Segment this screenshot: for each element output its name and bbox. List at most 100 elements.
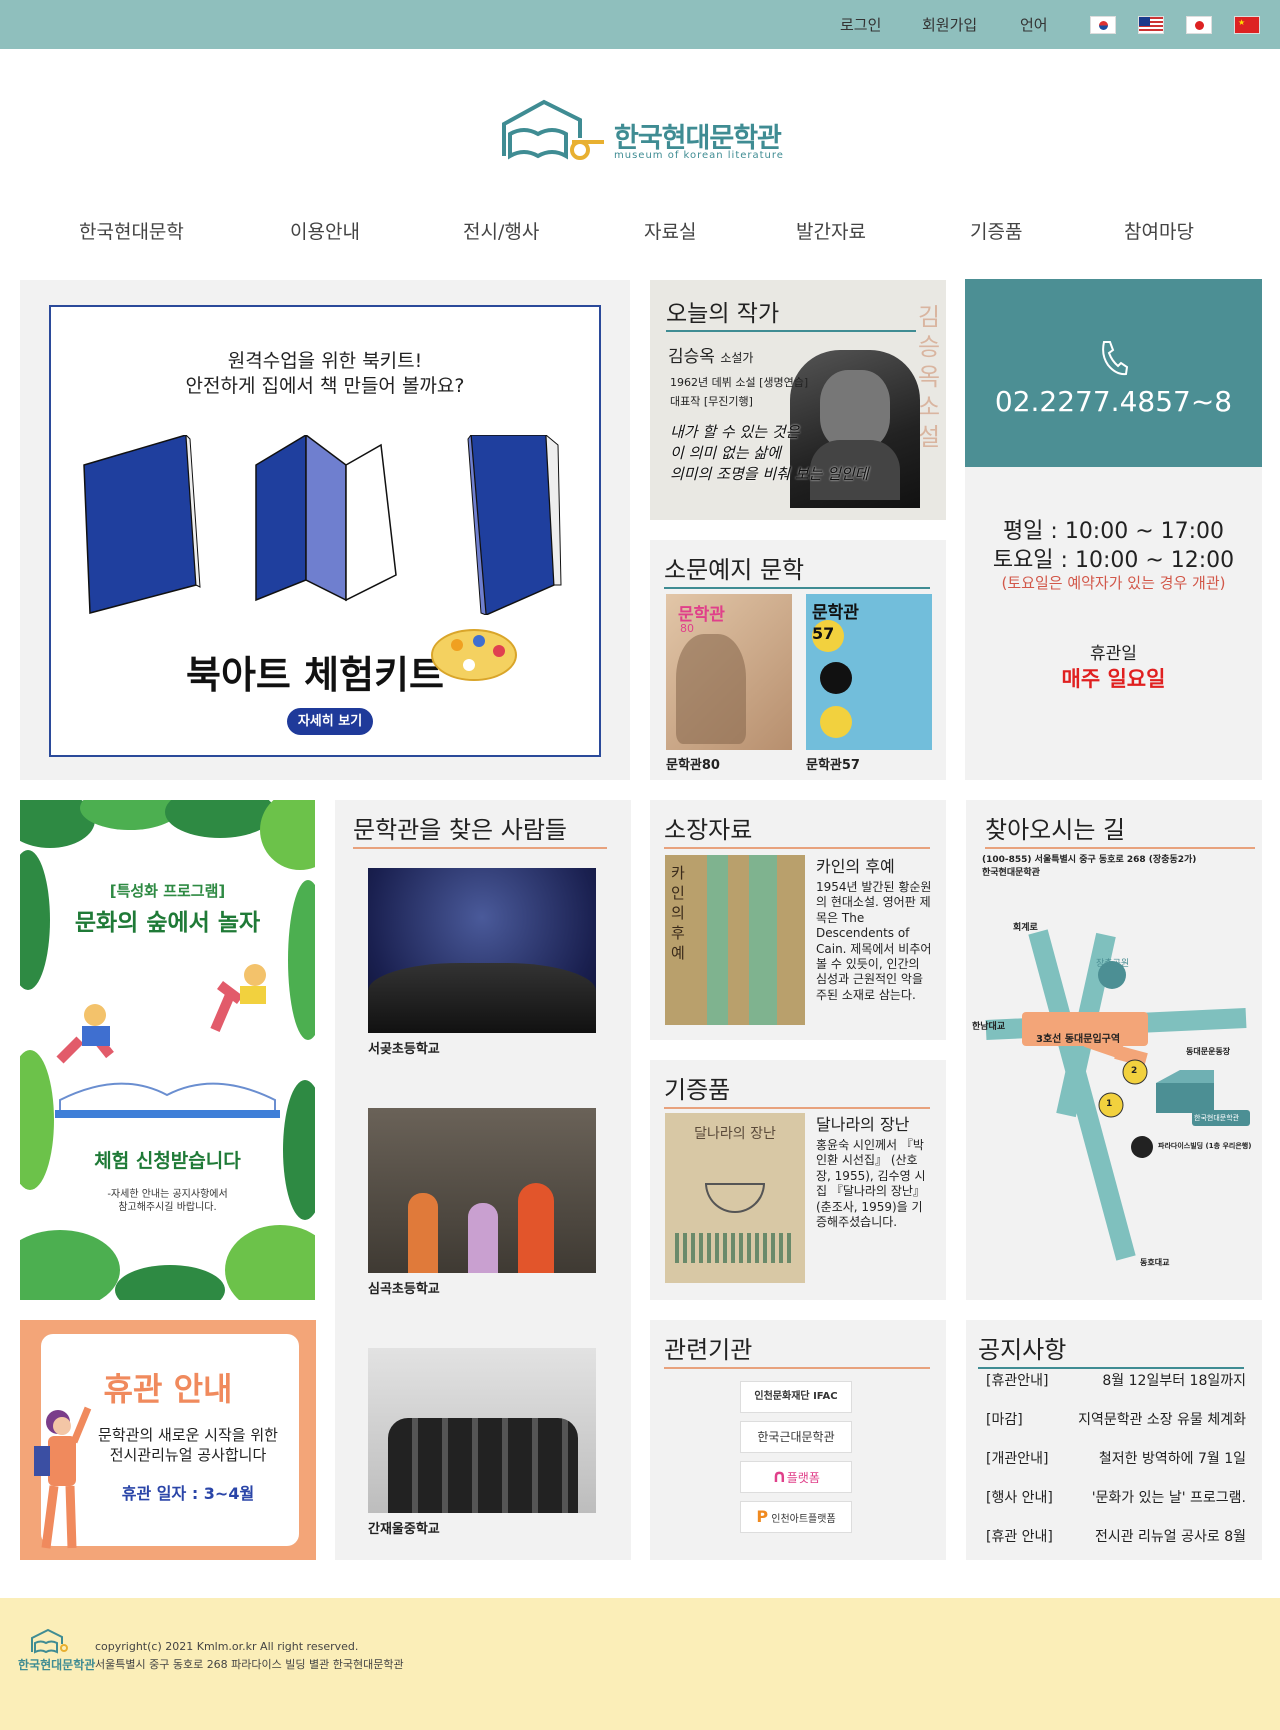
collection-title: 소장자료 [664,810,930,849]
visitor-photo-3[interactable] [368,1348,596,1513]
directions-panel: 찾아오시는 길 (100-855) 서울특별시 중구 동호로 268 (장충동2… [966,800,1262,1300]
footer-logo-icon [31,1628,68,1654]
notices-panel: 공지사항 [휴관안내] 8월 12일부터 18일까지 [마감] 지역문학관 소장 유… [966,1320,1262,1560]
map-label-dongdaemun: 동대문운동장 [1186,1047,1231,1056]
nav-item-archive[interactable]: 자료실 [644,217,696,244]
nav-item-donations[interactable]: 기증품 [970,217,1022,244]
visitor-photo-1[interactable] [368,868,596,1033]
magazine-cover-57[interactable]: 문학관 57 [806,594,932,750]
donation-panel: 기증품 달나라의 장난 달나라의 장난 홍윤숙 시인께서 『박인환 시선집』 (… [650,1060,946,1300]
house-book-logo-icon [502,99,604,160]
visitor-caption-1: 서곶초등학교 [368,1042,440,1057]
closure-notice[interactable]: 휴관 안내 문학관의 새로운 시작을 위한 전시관리뉴얼 공사합니다 휴관 일자… [20,1320,316,1560]
closure-dates: 휴관 일자 : 3~4월 [121,1484,255,1503]
nav-item-publications[interactable]: 발간자료 [796,217,866,244]
visitors-panel: 문학관을 찾은 사람들 서곶초등학교 심곡초등학교 간재울중학교 [335,800,631,1560]
author-debut: 1962년 데뷔 소설 [생명연습] [670,376,809,389]
related-orgs-title: 관련기관 [664,1330,930,1369]
collection-panel: 소장자료 카인의 후예 카인의 후예 1954년 발간된 황순원의 현대소설. … [650,800,946,1040]
footer: 한국현대문학관 copyright(c) 2021 Kmlm.or.kr All… [0,1598,1280,1730]
closure-line-2: 전시관리뉴얼 공사합니다 [109,1446,267,1464]
cover-57-issue: 57 [812,624,835,643]
todays-author-title: 오늘의 작가 [666,294,916,332]
top-bar: 로그인 회원가입 언어 ★ [0,0,1280,49]
nav-item-exhibitions[interactable]: 전시/행사 [463,217,539,244]
program-note-2: 참고해주시길 바랍니다. [118,1202,217,1213]
paint-palette-icon [431,629,517,681]
collection-desc: 1954년 발간된 황순원의 현대소설. 영어판 제목은 The Descend… [816,880,932,1002]
saturday-hours: 토요일 : 10:00 ~ 12:00 [992,548,1235,573]
leaf-border-illustration [20,800,315,1300]
author-side-text: 김승옥 소설 [918,303,941,451]
usa-flag-icon[interactable] [1138,16,1164,34]
donation-book-cover[interactable]: 달나라의 장난 [665,1113,805,1283]
visitor-caption-3: 간재울중학교 [368,1522,440,1537]
signup-link[interactable]: 회원가입 [922,14,977,35]
org-link-ifac[interactable]: 인천문화재단 IFAC [740,1381,852,1413]
cover-57-title: 문학관 [812,603,859,623]
closed-day: 매주 일요일 [1061,667,1166,691]
phone-number[interactable]: 02.2277.4857~8 [965,385,1262,418]
banner-line-1: 원격수업을 위한 북키트! [227,350,423,372]
weekday-hours: 평일 : 10:00 ~ 17:00 [1002,519,1225,544]
footer-address: 서울특별시 중구 동호로 268 파라다이스 빌딩 별관 한국현대문학관 [95,1658,404,1671]
author-name: 김승옥 소설가 [668,347,754,367]
visitors-title: 문학관을 찾은 사람들 [353,810,607,849]
details-button[interactable]: 자세히 보기 [287,708,373,735]
map-label-paradise: 파라다이스빌딩 (1층 우리은행) [1158,1142,1252,1150]
nav-item-guide[interactable]: 이용안내 [290,217,360,244]
program-poster[interactable]: [특성화 프로그램] 문화의 숲에서 놀자 체험 신청받습니다 -자세한 안내는… [20,800,315,1300]
todays-author-panel[interactable]: 김승옥 소설 오늘의 작가 김승옥 소설가 1962년 데뷔 소설 [생명연습]… [650,280,946,520]
author-quote: 내가 할 수 있는 것은 이 의미 없는 삶에 의미의 조명을 비춰 보는 일인데 [670,423,869,483]
nav-item-korean-literature[interactable]: 한국현대문학 [79,217,184,244]
map-label-jangchung: 장충공원 [1096,959,1130,969]
map-label-station: 3호선 동대문입구역 [1036,1034,1121,1045]
cover-80-issue: 80 [680,622,694,635]
korea-flag-icon[interactable] [1090,16,1116,34]
map-label-hannam: 한남대교 [972,1022,1006,1032]
language-link[interactable]: 언어 [1020,14,1048,35]
org-link-modern-literature[interactable]: 한국근대문학관 [740,1421,852,1453]
banner-line-2: 안전하게 집에서 책 만들어 볼까요? [185,375,465,397]
program-apply: 체험 신청받습니다 [94,1150,241,1172]
magazine-cover-80[interactable]: 문학관 80 [666,594,792,750]
org-link-platform[interactable]: ∩플랫폼 [740,1461,852,1493]
notices-title: 공지사항 [978,1330,1244,1369]
map-label-dongho: 동호대교 [1140,1258,1170,1267]
footer-logo-text: 한국현대문학관 [18,1658,96,1672]
magazine-title: 소문예지 문학 [664,550,930,589]
related-orgs-panel: 관련기관 인천문화재단 IFAC 한국근대문학관 ∩플랫폼 P 인천아트플랫폼 [650,1320,946,1560]
collection-item-title: 카인의 후예 [816,857,895,876]
map-label-exit-2: 2 [1131,1066,1138,1076]
org-link-art-platform[interactable]: P 인천아트플랫폼 [740,1501,852,1533]
magazine-caption-57: 문학관57 [806,758,860,773]
visitor-photo-2[interactable] [368,1108,596,1273]
book-art-banner[interactable]: 원격수업을 위한 북키트! 안전하게 집에서 책 만들어 볼까요? 북아트 체험… [49,305,601,757]
map-label-museum: 한국현대문학관 [1194,1114,1240,1122]
book-art-banner-panel: 원격수업을 위한 북키트! 안전하게 집에서 책 만들어 볼까요? 북아트 체험… [20,280,630,780]
nav-item-community[interactable]: 참여마당 [1124,217,1194,244]
donation-item-title: 달나라의 장난 [816,1115,910,1134]
program-tag: [특성화 프로그램] [109,882,226,900]
visitor-caption-2: 심곡초등학교 [368,1282,440,1297]
footer-copyright: copyright(c) 2021 Kmlm.or.kr All right r… [95,1640,359,1653]
donation-title: 기증품 [664,1070,930,1109]
woman-waving-illustration [34,1406,92,1549]
map-label-exit-1: 1 [1106,1099,1113,1109]
hours-panel: 02.2277.4857~8 평일 : 10:00 ~ 17:00 토요일 : … [965,279,1262,780]
author-main-work: 대표작 [무진기행] [670,395,753,408]
collection-book-cover[interactable]: 카인의 후예 [665,855,805,1025]
china-flag-icon[interactable]: ★ [1234,16,1260,34]
login-link[interactable]: 로그인 [840,14,881,35]
saturday-note: (토요일은 예약자가 있는 경우 개관) [1001,574,1226,592]
japan-flag-icon[interactable] [1186,16,1212,34]
closed-day-label: 휴관일 [1090,644,1137,664]
logo-subtitle: museum of korean literature [614,150,784,161]
phone-box: 02.2277.4857~8 [965,279,1262,467]
phone-icon [1102,341,1128,376]
book-kits-illustration [83,435,562,615]
closure-line-1: 문학관의 새로운 시작을 위한 [98,1426,278,1444]
banner-headline: 북아트 체험키트 [186,653,444,697]
map-label-hoegye: 회계로 [1013,923,1038,933]
museum-logo[interactable]: 한국현대문학관 museum of korean literature [500,98,800,168]
